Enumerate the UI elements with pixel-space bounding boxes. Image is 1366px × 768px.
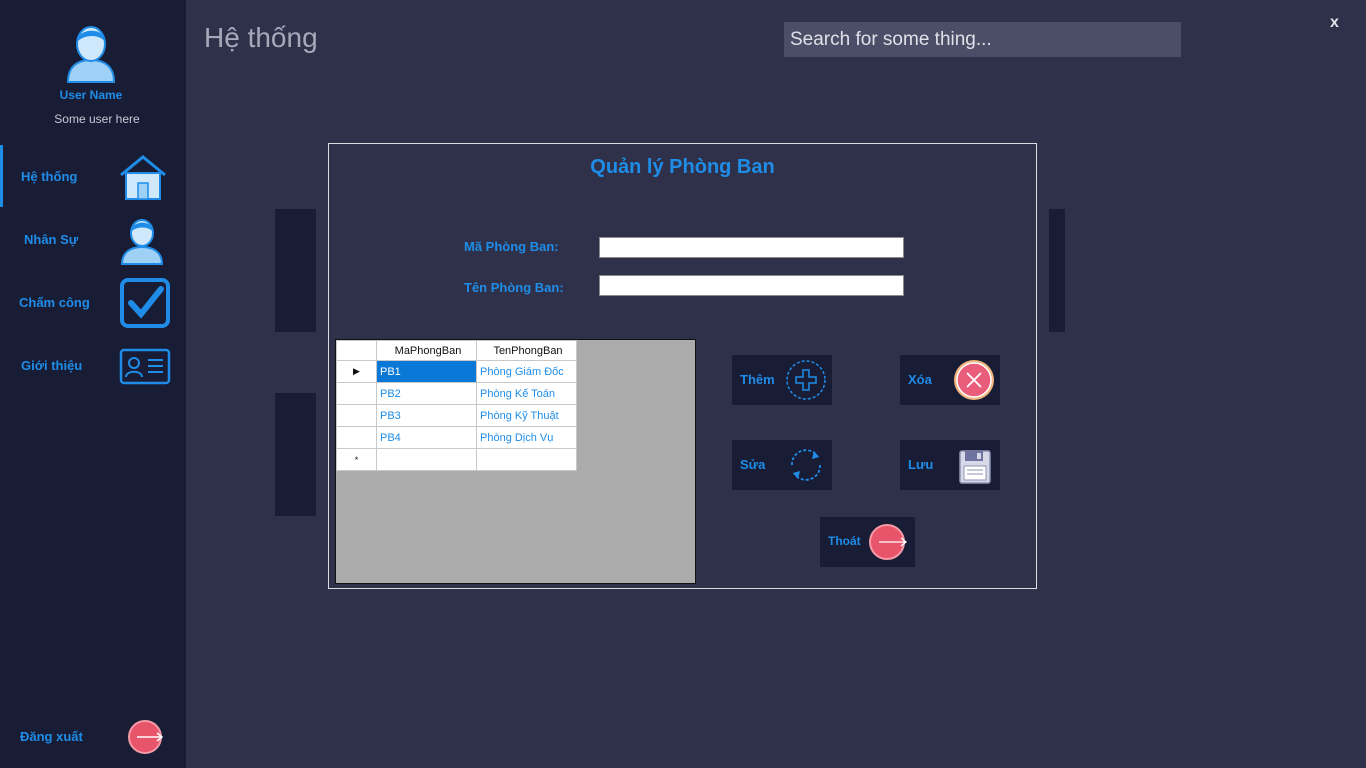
- sua-label: Sửa: [740, 457, 766, 472]
- user-avatar-icon: [66, 26, 116, 83]
- ma-phong-ban-input[interactable]: [599, 237, 904, 258]
- sidebar-item-he-thong[interactable]: Hệ thống: [0, 145, 186, 207]
- cell-ma[interactable]: PB3: [376, 404, 477, 427]
- cell-ma[interactable]: PB4: [376, 426, 477, 449]
- table-row[interactable]: ▶ PB1 Phòng Giám Đốc: [336, 360, 577, 383]
- ten-phong-ban-label: Tên Phòng Ban:: [464, 280, 564, 295]
- cell-ten[interactable]: Phòng Giám Đốc: [476, 360, 577, 383]
- xoa-button[interactable]: Xóa: [900, 355, 1000, 405]
- thoat-label: Thoát: [828, 534, 861, 548]
- sidebar-item-label: Nhân Sự: [24, 232, 79, 247]
- new-row-marker: *: [336, 448, 377, 471]
- user-icon: [120, 219, 164, 265]
- column-header-ten[interactable]: TenPhongBan: [476, 340, 577, 361]
- row-header: [336, 426, 377, 449]
- save-icon: [959, 450, 991, 484]
- exit-icon: [869, 524, 908, 560]
- sidebar-item-label: Chấm công: [19, 295, 90, 310]
- row-header: [336, 382, 377, 405]
- sidebar-item-label: Giới thiệu: [21, 358, 83, 373]
- them-button[interactable]: Thêm: [732, 355, 832, 405]
- decor-block: [1049, 209, 1065, 332]
- user-name: User Name: [59, 88, 123, 102]
- xoa-label: Xóa: [908, 372, 932, 387]
- sidebar-item-label: Hệ thống: [21, 169, 78, 184]
- column-header-ma[interactable]: MaPhongBan: [376, 340, 477, 361]
- decor-block: [275, 393, 316, 516]
- grid-header-row: MaPhongBan TenPhongBan: [336, 340, 577, 361]
- luu-label: Lưu: [908, 457, 934, 472]
- cell-ten[interactable]: [476, 448, 577, 471]
- panel-title: Quản lý Phòng Ban: [590, 156, 775, 178]
- new-row[interactable]: *: [336, 448, 577, 471]
- row-header: [336, 404, 377, 427]
- grid-table: MaPhongBan TenPhongBan ▶ PB1 Phòng Giám …: [336, 340, 577, 471]
- user-subtitle: Some user here: [54, 112, 140, 126]
- sidebar-item-nhan-su[interactable]: Nhân Sự: [0, 208, 186, 270]
- cell-ma[interactable]: [376, 448, 477, 471]
- checkbox-icon: [120, 278, 170, 328]
- delete-icon: [954, 360, 994, 400]
- sua-button[interactable]: Sửa: [732, 440, 832, 490]
- luu-button[interactable]: Lưu: [900, 440, 1000, 490]
- page-title: Hệ thống: [204, 22, 318, 53]
- thoat-button[interactable]: Thoát: [820, 517, 915, 567]
- decor-block: [275, 209, 316, 332]
- department-grid[interactable]: MaPhongBan TenPhongBan ▶ PB1 Phòng Giám …: [335, 339, 696, 584]
- row-header-corner: [336, 340, 377, 361]
- current-row-marker: ▶: [336, 360, 377, 383]
- table-row[interactable]: PB3 Phòng Kỹ Thuật: [336, 404, 577, 427]
- sidebar: User Name Some user here Hệ thống Nhân S…: [0, 0, 186, 768]
- ma-phong-ban-label: Mã Phòng Ban:: [464, 239, 559, 254]
- department-panel: Quản lý Phòng Ban Mã Phòng Ban: Tên Phòn…: [328, 143, 1037, 589]
- logout-icon[interactable]: [127, 719, 165, 755]
- them-label: Thêm: [740, 372, 775, 387]
- cell-ma[interactable]: PB2: [376, 382, 477, 405]
- search-input[interactable]: [784, 22, 1181, 57]
- close-button[interactable]: x: [1330, 14, 1339, 32]
- table-row[interactable]: PB2 Phòng Kế Toán: [336, 382, 577, 405]
- ten-phong-ban-input[interactable]: [599, 275, 904, 296]
- logout-label: Đăng xuất: [20, 729, 83, 744]
- cell-ten[interactable]: Phòng Kỹ Thuật: [476, 404, 577, 427]
- id-card-icon: [119, 348, 171, 385]
- home-icon: [120, 155, 166, 200]
- table-row[interactable]: PB4 Phòng Dịch Vụ: [336, 426, 577, 449]
- sidebar-item-cham-cong[interactable]: Chấm công: [0, 271, 186, 333]
- cell-ma[interactable]: PB1: [376, 360, 477, 383]
- cell-ten[interactable]: Phòng Kế Toán: [476, 382, 577, 405]
- cell-ten[interactable]: Phòng Dịch Vụ: [476, 426, 577, 449]
- refresh-icon: [791, 449, 821, 481]
- add-icon: [786, 360, 826, 400]
- sidebar-item-gioi-thieu[interactable]: Giới thiệu: [0, 334, 186, 396]
